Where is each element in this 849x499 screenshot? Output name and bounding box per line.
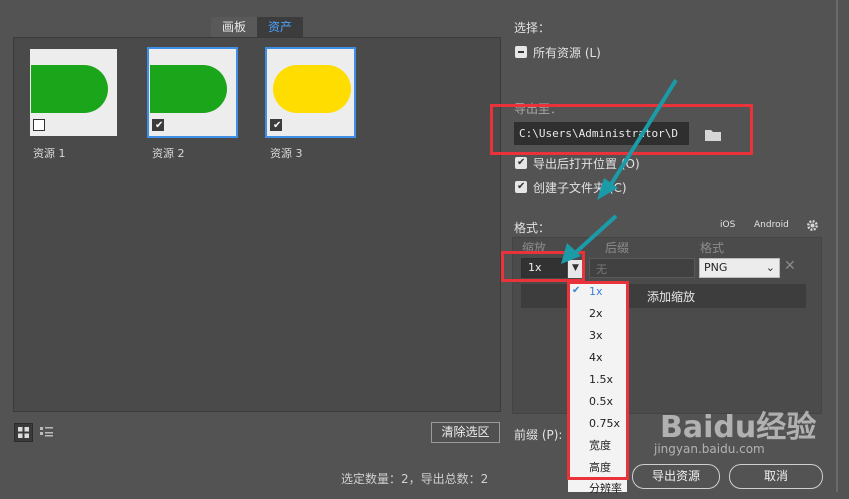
arrowhead-2 [561, 243, 581, 264]
arrow-line-2 [572, 214, 618, 256]
watermark-brand: Baidu经验 [660, 410, 817, 445]
arrow-line-1 [608, 78, 678, 188]
baidu-watermark: Baidu经验 jingyan.baidu.com [654, 402, 817, 456]
